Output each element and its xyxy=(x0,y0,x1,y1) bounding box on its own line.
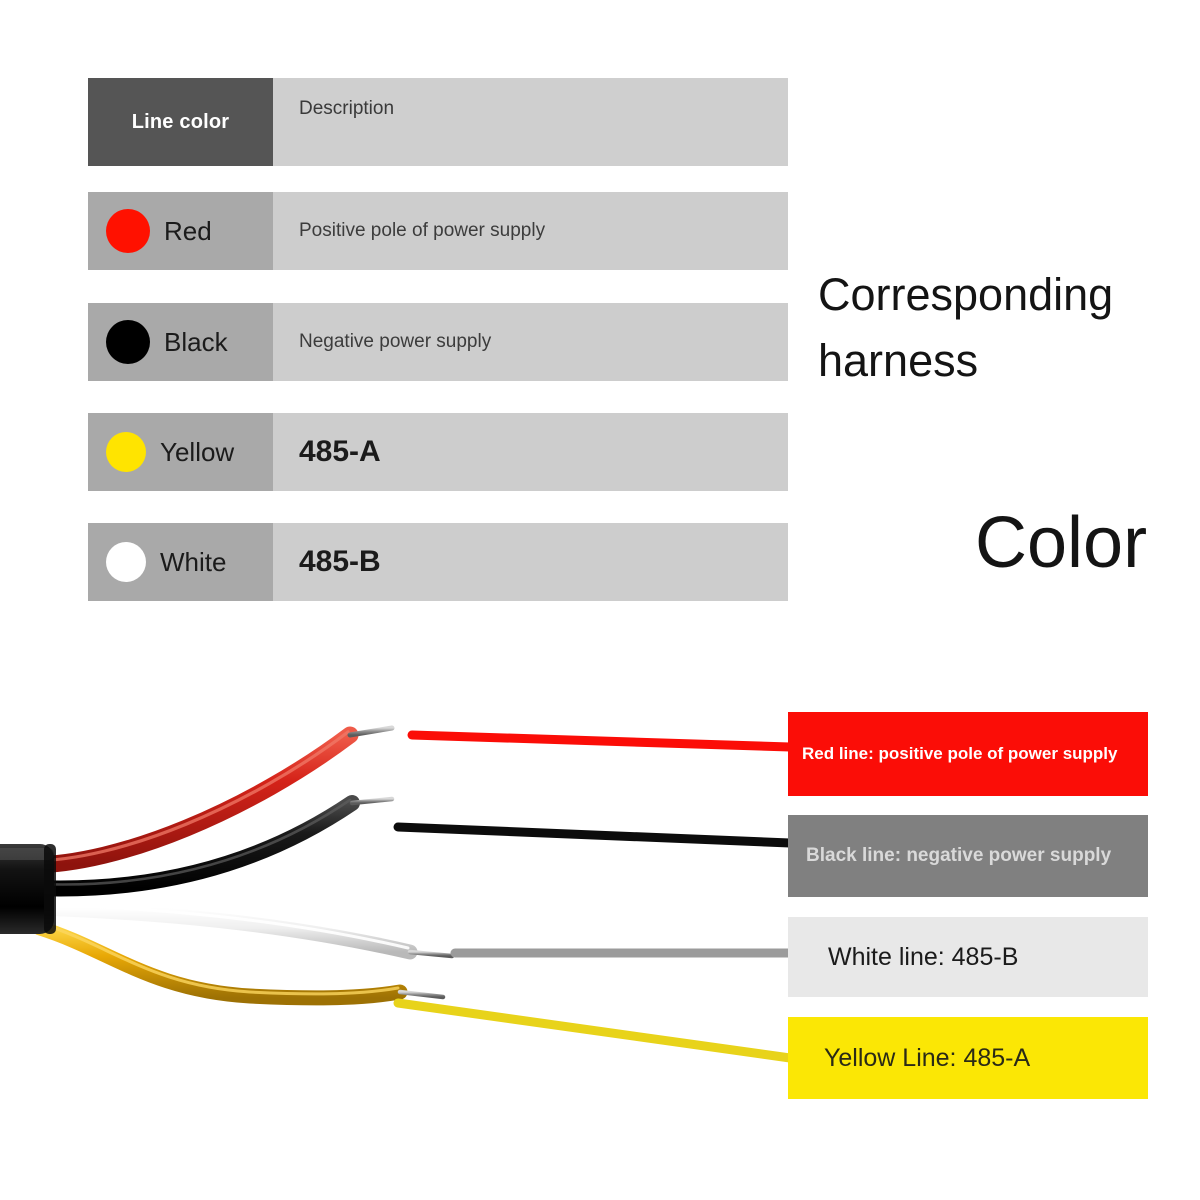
table-row: White 485-B xyxy=(88,523,788,601)
callout-red-line: Red line: positive pole of power supply xyxy=(788,712,1148,796)
white-dot-icon xyxy=(106,542,146,582)
leader-lines xyxy=(393,730,795,1063)
header-cell-description: Description xyxy=(273,78,788,166)
color-name-yellow: Yellow xyxy=(160,436,235,467)
callout-yellow-line: Yellow Line: 485-A xyxy=(788,1017,1148,1099)
cable-jacket xyxy=(0,844,56,934)
red-leader-line xyxy=(407,730,795,752)
row-color-cell-red: Red xyxy=(88,192,273,270)
color-heading: Color xyxy=(975,503,1148,583)
row-color-cell-white: White xyxy=(88,523,273,601)
color-name-white: White xyxy=(160,546,227,577)
row-description-cell-red: Positive pole of power supply xyxy=(273,192,788,270)
table-row: Red Positive pole of power supply xyxy=(88,192,788,270)
header-label-line-color: Line color xyxy=(131,110,230,133)
color-name-black: Black xyxy=(164,326,228,357)
callout-white-text: White line: 485-B xyxy=(828,942,1019,971)
red-wire xyxy=(21,725,395,874)
description-text-white: 485-B xyxy=(299,545,381,578)
description-text-red: Positive pole of power supply xyxy=(299,220,546,241)
black-leader-line xyxy=(393,822,795,848)
color-name-red: Red xyxy=(164,215,212,246)
yellow-dot-icon xyxy=(106,432,146,472)
callout-red-text: Red line: positive pole of power supply xyxy=(802,744,1118,763)
callout-white-line: White line: 485-B xyxy=(788,917,1148,997)
table-row: Black Negative power supply xyxy=(88,303,788,381)
row-description-cell-yellow: 485-A xyxy=(273,413,788,491)
corresponding-harness-heading: Corresponding harness xyxy=(818,269,1114,386)
row-description-cell-white: 485-B xyxy=(273,523,788,601)
yellow-leader-line xyxy=(393,998,795,1063)
header-label-description: Description xyxy=(299,98,395,119)
row-color-cell-black: Black xyxy=(88,303,273,381)
callout-yellow-text: Yellow Line: 485-A xyxy=(824,1043,1031,1072)
table-header-row: Line color Description xyxy=(88,78,788,166)
callout-black-text: Black line: negative power supply xyxy=(806,845,1112,866)
table-row: Yellow 485-A xyxy=(88,413,788,491)
description-text-yellow: 485-A xyxy=(299,435,381,468)
row-color-cell-yellow: Yellow xyxy=(88,413,273,491)
black-dot-icon xyxy=(106,320,150,364)
header-cell-line-color: Line color xyxy=(88,78,273,166)
description-text-black: Negative power supply xyxy=(299,331,492,352)
red-dot-icon xyxy=(106,209,150,253)
callout-black-line: Black line: negative power supply xyxy=(788,815,1148,897)
yellow-wire xyxy=(32,920,446,1006)
row-description-cell-black: Negative power supply xyxy=(273,303,788,381)
